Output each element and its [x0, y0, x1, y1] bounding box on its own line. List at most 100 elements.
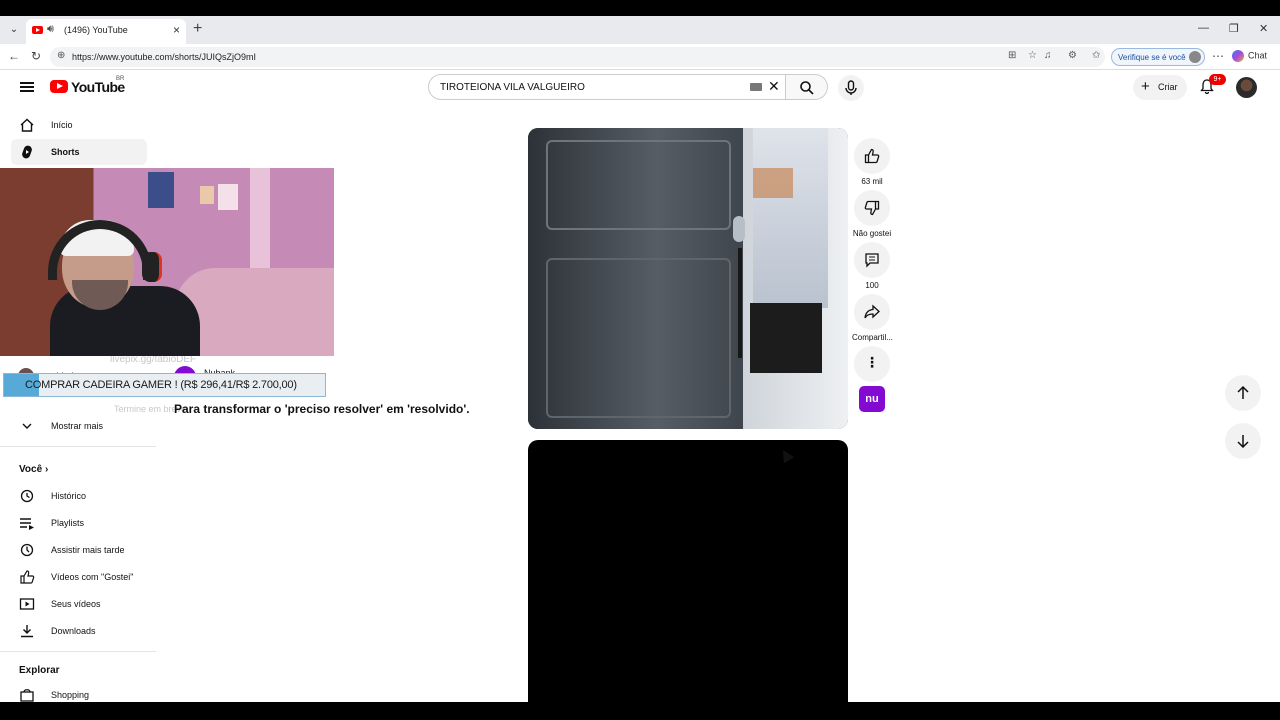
short-video-player[interactable] — [528, 128, 848, 429]
voice-search-button[interactable] — [838, 75, 864, 101]
you-heading-label: Você — [19, 464, 43, 475]
browser-tab[interactable]: 🔊︎ (1496) YouTube × — [26, 19, 186, 44]
webcam-overlay — [0, 168, 334, 356]
donation-goal-text: COMPRAR CADEIRA GAMER ! (R$ 296,41/R$ 2.… — [25, 379, 297, 391]
sidebar-item-label: Playlists — [51, 518, 85, 528]
dislike-action[interactable]: Não gostei — [852, 190, 892, 238]
sidebar-show-more[interactable]: Mostrar mais — [11, 413, 147, 439]
like-button[interactable] — [854, 138, 890, 174]
comments-button[interactable] — [854, 242, 890, 278]
sidebar-item-label: Downloads — [51, 626, 96, 636]
keyboard-icon[interactable] — [750, 83, 762, 91]
youtube-logo-icon[interactable] — [50, 80, 68, 93]
more-vertical-icon: ⋮ — [865, 354, 879, 370]
youtube-favicon-icon — [32, 26, 43, 34]
site-info-icon[interactable]: ⊕ — [57, 50, 65, 61]
share-button[interactable] — [854, 294, 890, 330]
explore-section-heading: Explorar — [19, 665, 60, 676]
notification-count-badge: 9+ — [1209, 74, 1226, 85]
sidebar-divider — [0, 651, 156, 652]
sidebar-item-label: Início — [51, 120, 73, 130]
search-query[interactable]: TIROTEIONA VILA VALGUEIRO — [440, 82, 585, 93]
sidebar-divider — [0, 446, 156, 447]
sidebar-item-your-videos[interactable]: Seus vídeos — [11, 591, 147, 617]
download-icon — [21, 625, 33, 638]
profile-verify-button[interactable]: Verifique se é você — [1111, 48, 1205, 66]
minimize-icon[interactable]: — — [1198, 22, 1209, 34]
sidebar-item-playlists[interactable]: Playlists — [11, 510, 147, 536]
chevron-down-icon — [22, 423, 32, 429]
curtain — [250, 168, 270, 278]
sidebar-item-history[interactable]: Histórico — [11, 483, 147, 509]
search-input[interactable]: TIROTEIONA VILA VALGUEIRO ✕ — [428, 74, 786, 100]
create-label: Criar — [1158, 82, 1178, 92]
menu-hamburger-icon[interactable] — [20, 82, 34, 92]
hanging-strap — [738, 248, 742, 358]
sidebar-item-downloads[interactable]: Downloads — [11, 618, 147, 644]
more-menu-icon[interactable]: ⋯ — [1212, 49, 1224, 63]
dislike-button[interactable] — [854, 190, 890, 226]
arrow-up-icon — [1237, 385, 1249, 399]
sidebar-item-home[interactable]: Início — [11, 112, 147, 138]
address-url[interactable]: https://www.youtube.com/shorts/JUIQsZjO9… — [72, 52, 256, 62]
you-section-heading[interactable]: Você › — [19, 464, 48, 475]
chat-label: Chat — [1248, 50, 1268, 61]
wall-poster — [148, 172, 174, 208]
favorite-star-icon[interactable]: ☆ — [1028, 50, 1037, 61]
user-avatar[interactable] — [1236, 77, 1257, 98]
short-title: Para transformar o 'preciso resolver' em… — [174, 402, 470, 416]
next-short-button[interactable] — [1225, 423, 1261, 459]
sidebar-item-shorts[interactable]: Shorts — [11, 139, 147, 165]
sidebar-item-shopping[interactable]: Shopping — [11, 682, 147, 702]
window-close-icon[interactable]: ✕ — [1259, 22, 1268, 35]
chevron-right-icon: › — [44, 464, 49, 475]
screen: ⌄ 🔊︎ (1496) YouTube × + — ❐ ✕ ← ↻ ⊕ http… — [0, 16, 1280, 702]
like-action[interactable]: 63 mil — [852, 138, 892, 186]
search-button[interactable] — [786, 74, 828, 100]
sidebar-item-watch-later[interactable]: Assistir mais tarde — [11, 537, 147, 563]
watch-later-icon — [20, 543, 34, 557]
share-action[interactable]: Compartil... — [852, 294, 893, 342]
address-bar[interactable]: ⊕ https://www.youtube.com/shorts/JUIQsZj… — [50, 47, 1105, 67]
clear-search-icon[interactable]: ✕ — [768, 78, 780, 95]
new-tab-plus-icon[interactable]: + — [193, 20, 202, 38]
more-options-button[interactable]: ⋮ — [854, 346, 890, 382]
thumbs-down-icon — [864, 200, 880, 216]
like-icon — [20, 570, 35, 584]
sidebar-item-label: Assistir mais tarde — [51, 545, 125, 555]
speaker-icon[interactable]: 🔊︎ — [47, 23, 54, 36]
comments-action[interactable]: 100 — [852, 242, 892, 290]
search-icon — [799, 81, 814, 95]
sponsor-nubank-badge[interactable]: nu — [859, 386, 885, 412]
reload-icon[interactable]: ↻ — [31, 49, 41, 63]
arrow-down-icon — [1237, 435, 1249, 449]
tab-close-icon[interactable]: × — [173, 23, 180, 37]
next-short-player[interactable] — [528, 440, 848, 702]
youtube-header: YouTube BR TIROTEIONA VILA VALGUEIRO ✕ +… — [0, 70, 1280, 106]
verify-label: Verifique se é você — [1118, 53, 1186, 62]
back-arrow-icon[interactable]: ← — [8, 49, 20, 63]
favorites-icon[interactable]: ✩ — [1092, 50, 1100, 61]
bell-icon-browser[interactable]: ♫ — [1044, 50, 1052, 61]
comment-icon — [865, 253, 879, 268]
wall-poster — [218, 184, 238, 210]
person-shirt — [753, 128, 828, 308]
copilot-chat-button[interactable]: Chat — [1232, 50, 1267, 62]
sidebar-item-liked-videos[interactable]: Vídeos com "Gostei" — [11, 564, 147, 590]
thumbs-up-icon — [864, 148, 880, 164]
previous-short-button[interactable] — [1225, 375, 1261, 411]
sidebar-item-label: Shorts — [51, 147, 80, 157]
create-button[interactable]: + Criar — [1133, 75, 1187, 100]
app-available-icon[interactable]: ⊞ — [1008, 50, 1016, 61]
comment-count: 100 — [865, 281, 879, 290]
show-more-label: Mostrar mais — [51, 421, 104, 431]
extensions-icon[interactable]: ⚙ — [1068, 50, 1077, 61]
shopping-icon — [20, 689, 34, 702]
door-handle — [733, 216, 745, 242]
more-actions[interactable]: ⋮ — [852, 346, 892, 382]
tab-list-chevron-icon[interactable]: ⌄ — [6, 21, 22, 39]
maximize-icon[interactable]: ❐ — [1229, 22, 1239, 35]
share-arrow-icon — [864, 304, 880, 319]
shirt-print — [753, 168, 793, 198]
history-icon — [20, 489, 34, 503]
